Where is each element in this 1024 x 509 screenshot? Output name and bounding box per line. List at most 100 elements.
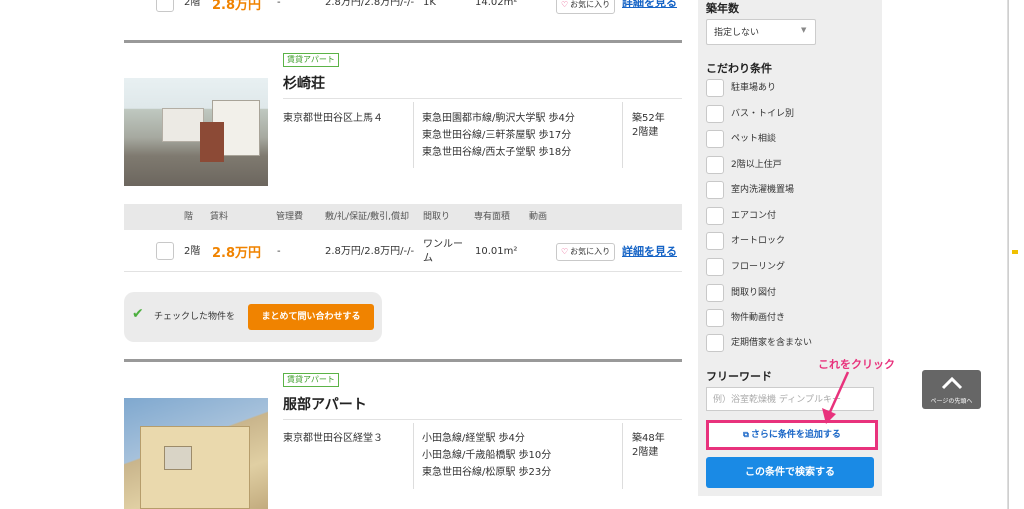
add-condition-button[interactable]: ⧉ さらに条件を追加する	[709, 423, 875, 447]
condition-label: 2階以上住戸	[731, 160, 782, 170]
rent-cell: 2.8万円	[212, 0, 262, 13]
area-cell: 10.01m²	[475, 246, 518, 257]
building-shape	[200, 122, 224, 162]
search-submit-button[interactable]: この条件で検索する	[706, 457, 874, 488]
select-checkbox[interactable]	[156, 242, 174, 260]
column-header: 管理費	[276, 212, 304, 222]
checkbox[interactable]	[706, 130, 724, 148]
heart-icon: ♡	[561, 0, 569, 9]
checkbox[interactable]	[706, 181, 724, 199]
property-photo[interactable]	[124, 78, 268, 186]
floor-cell: 2階	[184, 246, 201, 257]
condition-label: 駐車場あり	[731, 83, 777, 93]
checkbox[interactable]	[706, 284, 724, 302]
conditions-heading: こだわり条件	[706, 62, 772, 75]
divider	[124, 271, 682, 272]
condition-label: バス・トイレ別	[731, 109, 795, 119]
station-access: 東急田園都市線/駒沢大学駅 歩4分	[422, 113, 575, 124]
favorite-button[interactable]: ♡ お気に入り	[556, 0, 616, 14]
external-link-icon: ⧉	[743, 430, 749, 439]
floor-cell: 2階	[184, 0, 201, 8]
divider	[283, 419, 682, 420]
checkbox[interactable]	[706, 156, 724, 174]
condition-label: 室内洗濯機置場	[731, 185, 795, 195]
checkbox[interactable]	[706, 105, 724, 123]
property-type-badge: 賃貸アパート	[283, 53, 339, 67]
property-address: 東京都世田谷区経堂３	[283, 433, 383, 444]
property-address: 東京都世田谷区上馬４	[283, 113, 383, 124]
room-table-header: 階 賃料 管理費 敷/礼/保証/敷引,償却 間取り 専有面積 動画	[124, 204, 682, 230]
listing-separator	[124, 359, 682, 362]
checkbox[interactable]	[706, 309, 724, 327]
checkbox[interactable]	[706, 207, 724, 225]
station-access: 東急世田谷線/松原駅 歩23分	[422, 467, 552, 478]
page-top-label: ページの先頭へ	[930, 398, 973, 405]
building-shape	[162, 108, 204, 142]
station-access: 東急世田谷線/三軒茶屋駅 歩17分	[422, 130, 572, 141]
property-type-badge: 賃貸アパート	[283, 373, 339, 387]
layout-cell: 1K	[423, 0, 436, 8]
checkbox[interactable]	[706, 232, 724, 250]
annotation-arrow	[822, 371, 850, 424]
select-checkbox[interactable]	[156, 0, 174, 12]
divider	[413, 102, 414, 168]
admin-fee-cell: -	[277, 246, 281, 257]
rent-cell: 2.8万円	[212, 246, 262, 261]
condition-label: フローリング	[731, 262, 786, 272]
page-top-button[interactable]: ページの先頭へ	[922, 370, 981, 409]
condition-label: 物件動画付き	[731, 313, 786, 323]
admin-fee-cell: -	[277, 0, 281, 8]
condition-label: ペット相談	[731, 134, 777, 144]
check-icon: ✔	[132, 306, 144, 322]
chevron-down-icon: ▼	[801, 26, 807, 34]
property-photo[interactable]	[124, 398, 268, 509]
building-age: 築52年	[632, 113, 665, 124]
freeword-heading: フリーワード	[706, 370, 772, 383]
building-floors: 2階建	[632, 447, 659, 458]
column-header: 賃料	[210, 212, 229, 222]
chevron-up-icon	[941, 376, 963, 390]
property-name[interactable]: 服部アパート	[283, 394, 367, 414]
deposit-cell: 2.8万円/2.8万円/-/-	[325, 0, 415, 8]
station-access: 小田急線/千歳船橋駅 歩10分	[422, 450, 552, 461]
divider	[622, 102, 623, 168]
checkbox[interactable]	[706, 79, 724, 97]
column-header: 専有面積	[474, 212, 511, 222]
divider	[413, 423, 414, 489]
add-condition-highlight: ⧉ さらに条件を追加する	[706, 420, 878, 450]
divider	[622, 423, 623, 489]
checkbox[interactable]	[706, 334, 724, 352]
heart-icon: ♡	[561, 247, 569, 256]
favorite-button[interactable]: ♡ お気に入り	[556, 243, 616, 261]
detail-link[interactable]: 詳細を見る	[622, 243, 677, 259]
station-access: 小田急線/経堂駅 歩4分	[422, 433, 525, 444]
area-cell: 14.02m²	[475, 0, 518, 8]
window-edge	[1008, 0, 1024, 509]
browser-viewport: 2階 2.8万円 - 2.8万円/2.8万円/-/- 1K 14.02m² ♡ お…	[0, 0, 1008, 509]
layout-cell: ム	[423, 253, 433, 264]
column-header: 動画	[529, 212, 548, 222]
age-heading: 築年数	[706, 2, 739, 15]
age-select-value: 指定しない	[714, 28, 760, 38]
column-header: 敷/礼/保証/敷引,償却	[325, 212, 409, 222]
inquiry-label: チェックした物件を	[154, 312, 236, 322]
condition-label: エアコン付	[731, 211, 777, 221]
column-header: 間取り	[423, 212, 451, 222]
bulk-inquiry-button[interactable]: まとめて問い合わせする	[248, 304, 374, 330]
detail-link[interactable]: 詳細を見る	[622, 0, 677, 10]
property-name[interactable]: 杉崎荘	[283, 73, 325, 93]
building-floors: 2階建	[632, 127, 659, 138]
checkbox[interactable]	[706, 258, 724, 276]
building-shape	[164, 446, 192, 470]
bulk-inquiry-box: ✔ チェックした物件を まとめて問い合わせする	[124, 292, 382, 342]
building-shape	[140, 426, 250, 509]
condition-label: 定期借家を含まない	[731, 338, 813, 348]
age-select[interactable]: 指定しない ▼	[706, 19, 816, 45]
station-access: 東急世田谷線/西太子堂駅 歩18分	[422, 147, 572, 158]
condition-label: オートロック	[731, 236, 786, 246]
divider	[283, 98, 682, 99]
column-header: 階	[184, 212, 194, 222]
scroll-marker	[1012, 250, 1018, 254]
listing-separator	[124, 40, 682, 43]
building-age: 築48年	[632, 433, 665, 444]
